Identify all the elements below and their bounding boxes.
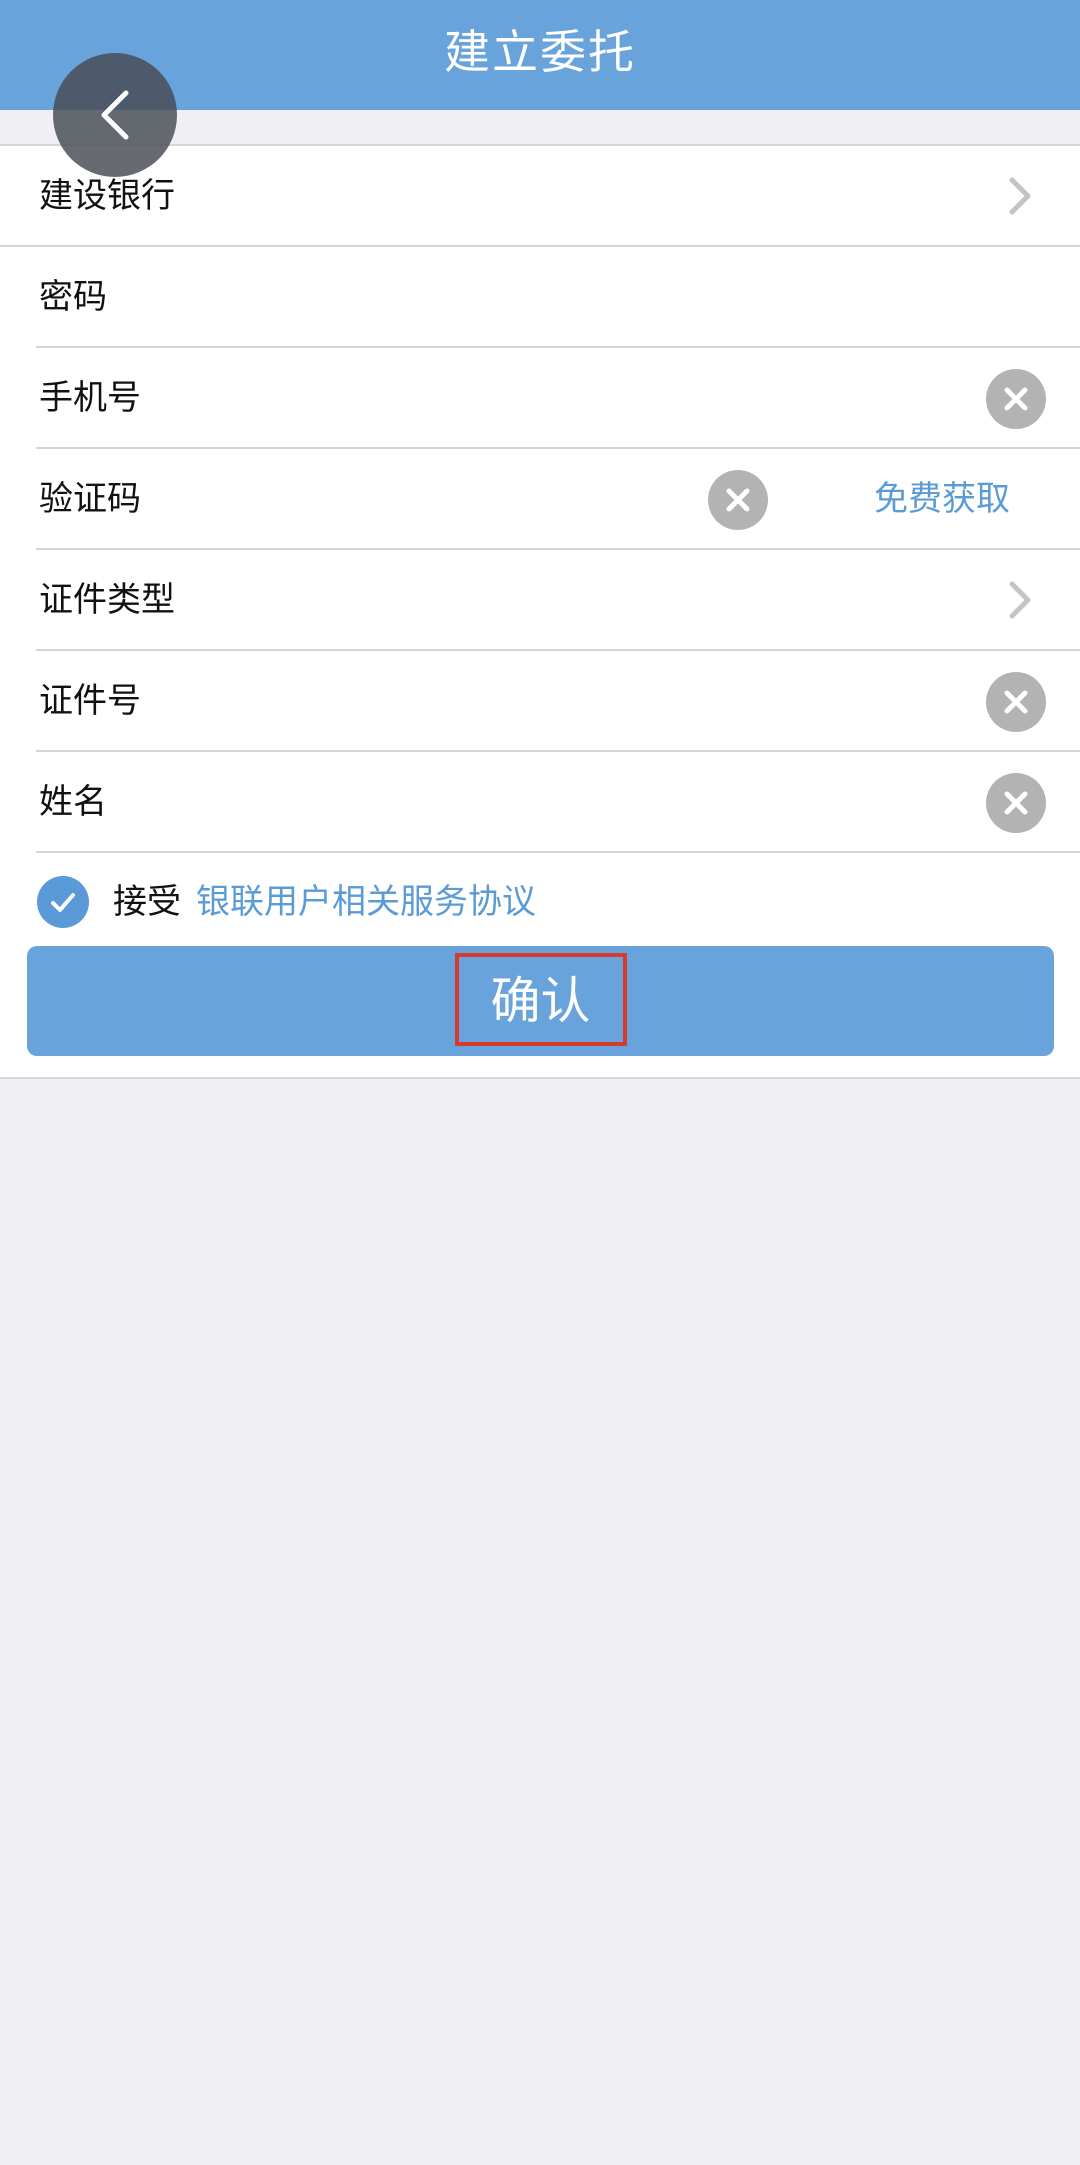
confirm-button[interactable]: 确认 — [27, 946, 1054, 1056]
agreement-prefix: 接受 — [113, 882, 181, 922]
chevron-right-icon — [1009, 581, 1031, 619]
verification-clear-button[interactable] — [708, 470, 768, 530]
agreement-row: 接受 银联用户相关服务协议 — [0, 862, 1080, 942]
name-label: 姓名 — [39, 782, 107, 822]
agreement-link[interactable]: 银联用户相关服务协议 — [196, 862, 536, 942]
confirm-button-label: 确认 — [490, 972, 591, 1030]
verification-row[interactable]: 验证码 免费获取 — [0, 449, 1080, 550]
id-number-label: 证件号 — [39, 681, 141, 721]
close-icon — [1004, 387, 1028, 411]
password-label: 密码 — [39, 277, 107, 317]
chevron-left-icon — [101, 90, 129, 140]
id-type-row[interactable]: 证件类型 — [0, 550, 1080, 651]
entrust-form: 建设银行 密码 手机号 验证码 免费获取 证件类型 证件号 姓名 接受 银联用户… — [0, 144, 1080, 1079]
page-title: 建立委托 — [444, 25, 636, 79]
agreement-checkbox[interactable] — [37, 876, 89, 928]
chevron-right-icon — [1009, 177, 1031, 215]
password-row[interactable]: 密码 — [0, 247, 1080, 348]
get-code-button[interactable]: 免费获取 — [874, 449, 1010, 550]
id-number-row[interactable]: 证件号 — [0, 651, 1080, 752]
name-clear-button[interactable] — [986, 773, 1046, 833]
phone-row[interactable]: 手机号 — [0, 348, 1080, 449]
id-number-clear-button[interactable] — [986, 672, 1046, 732]
bank-selector-row[interactable]: 建设银行 — [0, 146, 1080, 247]
id-type-label: 证件类型 — [39, 580, 175, 620]
verification-label: 验证码 — [39, 479, 141, 519]
close-icon — [1004, 690, 1028, 714]
close-icon — [1004, 791, 1028, 815]
close-icon — [726, 488, 750, 512]
row-divider — [36, 851, 1080, 853]
phone-label: 手机号 — [39, 378, 141, 418]
back-button[interactable] — [53, 53, 177, 177]
name-row[interactable]: 姓名 — [0, 752, 1080, 853]
phone-clear-button[interactable] — [986, 369, 1046, 429]
checkmark-icon — [51, 893, 75, 912]
